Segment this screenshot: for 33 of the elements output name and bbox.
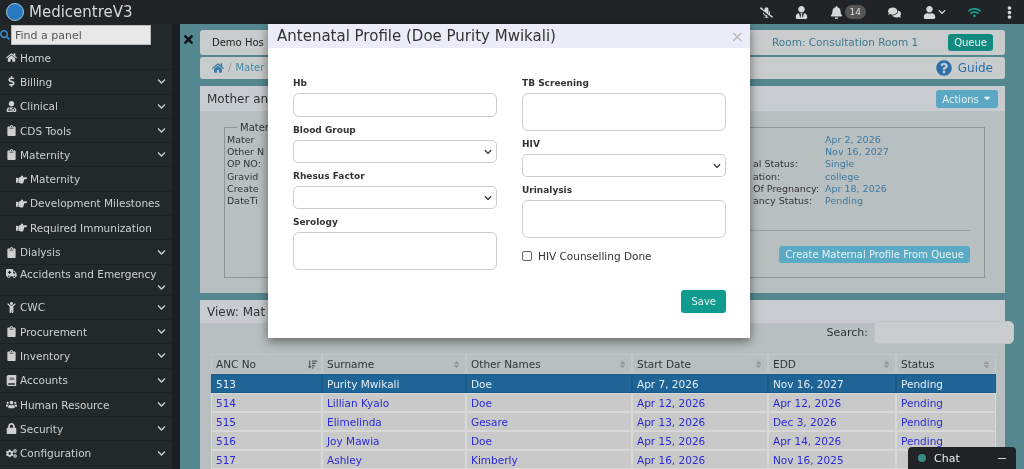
field-value: Apr 18, 2026 xyxy=(825,182,888,194)
field-value: Nov 16, 2027 xyxy=(825,146,890,158)
field-value: Single xyxy=(825,158,856,170)
search-label: Search: xyxy=(826,326,868,339)
field-label: Create xyxy=(227,182,260,194)
field-label: Urinalysis xyxy=(522,185,574,195)
field-label: Serology xyxy=(293,217,339,227)
field-label: al Status: xyxy=(753,158,799,170)
field-label: HIV xyxy=(522,139,541,149)
modal-title: Antenatal Profile (Doe Purity Mwikali) xyxy=(277,27,556,45)
field-value: Apr 2, 2026 xyxy=(825,134,882,145)
field-label: Of Pregnancy: xyxy=(753,182,821,194)
hospital-name: Demo Hos xyxy=(212,36,264,48)
panel-title: View: Mat xyxy=(207,304,266,319)
panel-title: Mother an xyxy=(207,91,269,106)
field-label: Other N xyxy=(227,146,265,158)
field-value: Pending xyxy=(825,194,864,206)
field-label: TB Screening xyxy=(522,78,590,88)
field-label: Mater xyxy=(227,134,256,145)
room-name: Room: Consultation Room 1 xyxy=(772,36,919,49)
field-label: DateTi xyxy=(227,194,259,206)
separator: / xyxy=(228,62,232,74)
app-title: MedicentreV3 xyxy=(29,3,134,21)
field-label: ation: xyxy=(753,170,782,182)
notification-badge: 14 xyxy=(844,5,866,19)
checkbox-label: HIV Counselling Done xyxy=(538,250,652,262)
field-label: OP NO: xyxy=(227,158,262,170)
field-label: Hb xyxy=(293,78,308,88)
field-label: Rhesus Factor xyxy=(293,171,366,181)
field-value: college xyxy=(825,170,861,182)
field-label: Gravid xyxy=(227,170,260,182)
field-label: ancy Status: xyxy=(753,194,814,206)
field-label: Blood Group xyxy=(293,125,357,135)
